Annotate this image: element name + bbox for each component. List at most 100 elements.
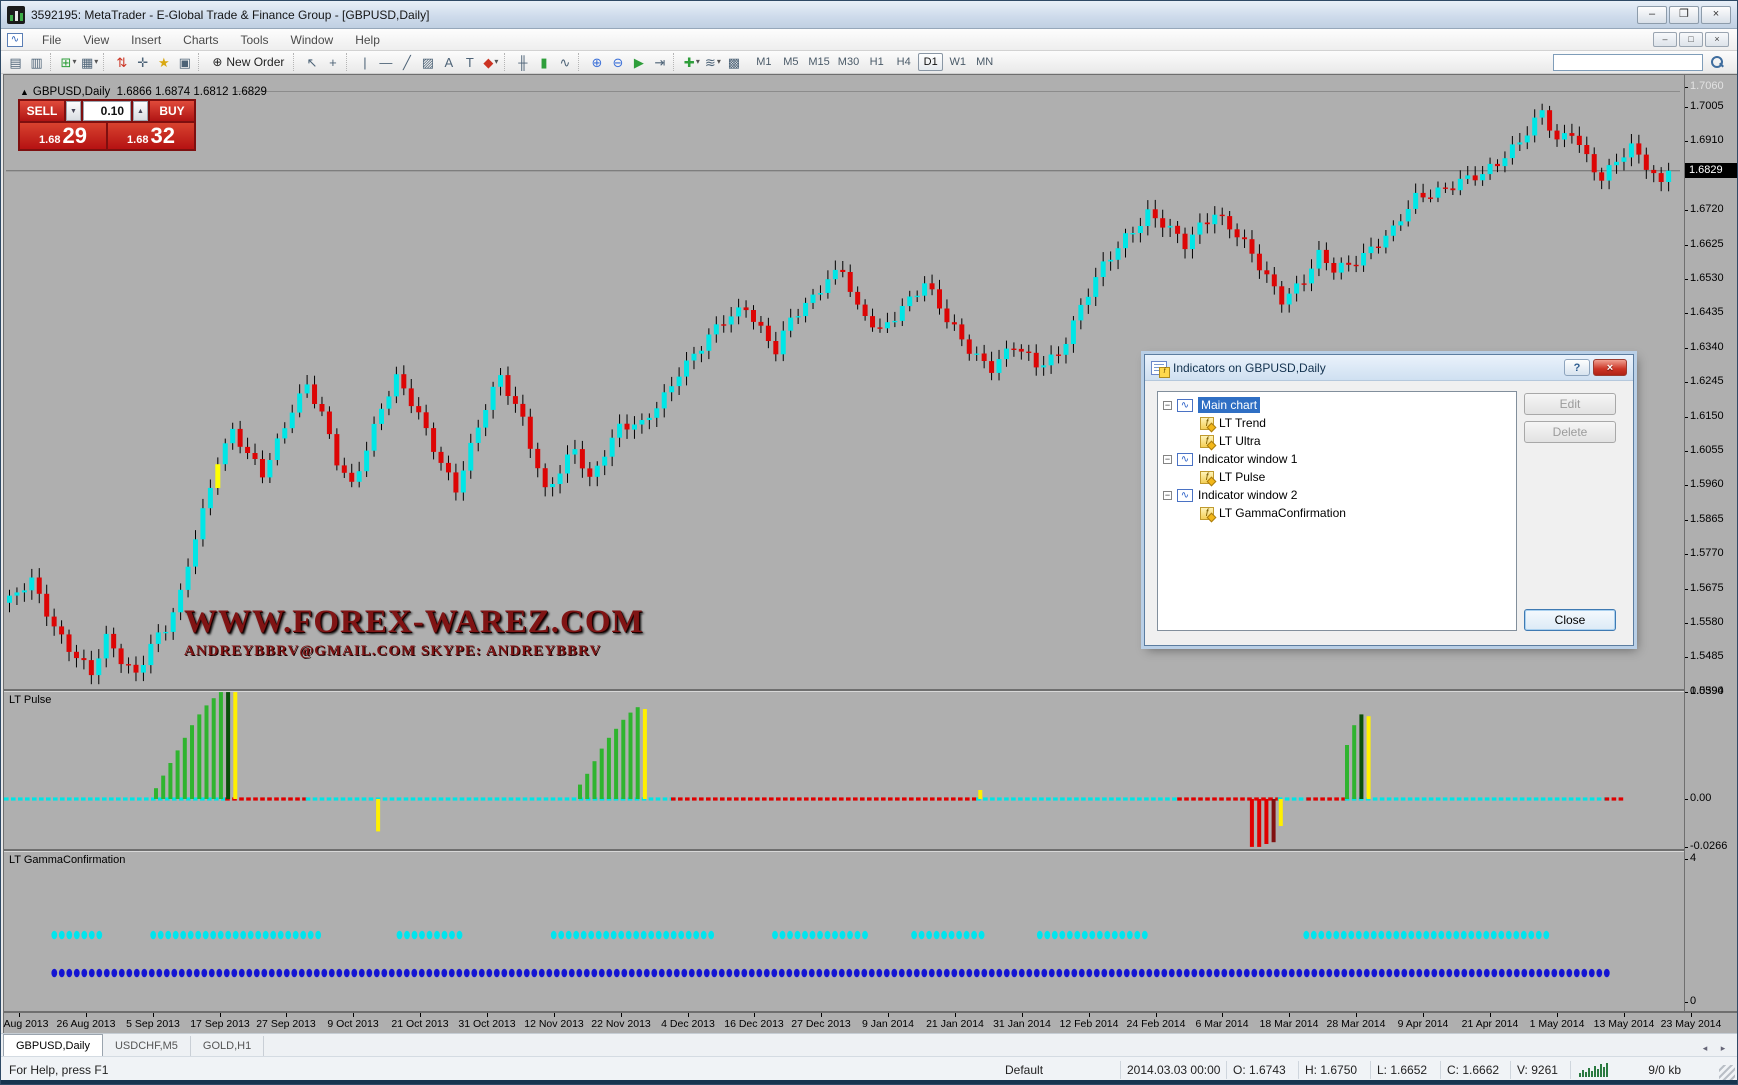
toolbar-separator bbox=[293, 53, 298, 71]
search-input[interactable] bbox=[1553, 54, 1703, 71]
indicators-tree[interactable]: − ∿ Main chart f LT Trend f LT Ultra − ∿… bbox=[1157, 391, 1517, 631]
navigator-icon[interactable]: ★ bbox=[153, 52, 174, 72]
new-order-button[interactable]: ⊕New Order bbox=[206, 52, 290, 72]
status-profile[interactable]: Default bbox=[1005, 1061, 1121, 1079]
horizontal-line-icon[interactable]: — bbox=[375, 52, 396, 72]
timeframe-w1[interactable]: W1 bbox=[945, 53, 970, 71]
restore-button[interactable]: ❐ bbox=[1669, 6, 1699, 24]
profiles-icon[interactable]: ▦▾ bbox=[79, 52, 100, 72]
crosshair-icon[interactable]: + bbox=[322, 52, 343, 72]
pulse-axis-label: -0.0266 bbox=[1690, 840, 1727, 852]
timeframe-m15[interactable]: M15 bbox=[805, 53, 832, 71]
menu-window[interactable]: Window bbox=[280, 30, 345, 50]
child-close-button[interactable]: × bbox=[1705, 32, 1729, 47]
dropdown-caret-icon[interactable]: ▾ bbox=[94, 58, 98, 66]
tree-item-lt-pulse[interactable]: f LT Pulse bbox=[1160, 468, 1514, 486]
timeframe-m1[interactable]: M1 bbox=[751, 53, 776, 71]
chart-window-icon[interactable]: ∿ bbox=[7, 33, 23, 47]
print-preview-icon[interactable]: ▥ bbox=[26, 52, 47, 72]
channel-icon[interactable]: ▨ bbox=[417, 52, 438, 72]
period-icon[interactable]: ▩ bbox=[723, 52, 744, 72]
arrows-icon[interactable]: ◆▾ bbox=[480, 52, 501, 72]
market-watch-icon[interactable]: ⇅ bbox=[111, 52, 132, 72]
sell-price[interactable]: 1.68 29 bbox=[20, 123, 106, 149]
menu-charts[interactable]: Charts bbox=[172, 30, 229, 50]
chart-shift-icon[interactable]: ⇥ bbox=[649, 52, 670, 72]
dropdown-caret-icon[interactable]: ▾ bbox=[717, 58, 721, 66]
resize-grip[interactable] bbox=[1719, 1065, 1735, 1081]
expander-icon[interactable]: − bbox=[1163, 491, 1172, 500]
dialog-title-bar[interactable]: Indicators on GBPUSD,Daily ? × bbox=[1145, 355, 1633, 381]
dropdown-caret-icon[interactable]: ▾ bbox=[696, 58, 700, 66]
bar-chart-icon[interactable]: ╫ bbox=[512, 52, 533, 72]
price-axis-label: 1.6245 bbox=[1690, 375, 1724, 387]
dialog-close-icon[interactable]: × bbox=[1593, 359, 1627, 376]
buy-button[interactable]: BUY bbox=[150, 101, 194, 121]
volume-down-button[interactable]: ▼ bbox=[66, 101, 81, 121]
collapse-triangle-icon[interactable]: ▲ bbox=[20, 87, 29, 97]
child-minimize-button[interactable]: – bbox=[1653, 32, 1677, 47]
zoom-in-icon[interactable]: ⊕ bbox=[586, 52, 607, 72]
search-icon[interactable] bbox=[1706, 52, 1727, 72]
dropdown-caret-icon[interactable]: ▾ bbox=[494, 58, 498, 66]
timeframe-m5[interactable]: M5 bbox=[778, 53, 803, 71]
tree-item-indicator-window-2[interactable]: − ∿ Indicator window 2 bbox=[1160, 486, 1514, 504]
terminal-icon[interactable]: ▣ bbox=[174, 52, 195, 72]
gamma-indicator-panel[interactable]: LT GammaConfirmation bbox=[4, 851, 1684, 1009]
candlestick-icon[interactable]: ▮ bbox=[533, 52, 554, 72]
tab-scroll-right-icon[interactable]: ▸ bbox=[1715, 1041, 1731, 1056]
cursor-icon[interactable]: ↖ bbox=[301, 52, 322, 72]
toolbar-separator bbox=[346, 53, 351, 71]
tree-item-lt-gammaconfirmation[interactable]: f LT GammaConfirmation bbox=[1160, 504, 1514, 522]
tab-scroll-left-icon[interactable]: ◂ bbox=[1697, 1041, 1713, 1056]
text-icon[interactable]: A bbox=[438, 52, 459, 72]
timeframe-h4[interactable]: H4 bbox=[891, 53, 916, 71]
print-icon[interactable]: ▤ bbox=[5, 52, 26, 72]
expander-icon[interactable]: − bbox=[1163, 401, 1172, 410]
pulse-indicator-panel[interactable]: LT Pulse bbox=[4, 691, 1684, 849]
delete-button[interactable]: Delete bbox=[1524, 421, 1616, 443]
volume-up-button[interactable]: ▲ bbox=[133, 101, 148, 121]
zoom-out-icon[interactable]: ⊖ bbox=[607, 52, 628, 72]
timeframe-h1[interactable]: H1 bbox=[864, 53, 889, 71]
indicators-icon[interactable]: ✚▾ bbox=[681, 52, 702, 72]
chart-tab-1[interactable]: USDCHF,M5 bbox=[103, 1036, 191, 1056]
buy-price[interactable]: 1.68 32 bbox=[108, 123, 194, 149]
tree-item-lt-ultra[interactable]: f LT Ultra bbox=[1160, 432, 1514, 450]
tree-item-lt-trend[interactable]: f LT Trend bbox=[1160, 414, 1514, 432]
menu-view[interactable]: View bbox=[72, 30, 120, 50]
minimize-button[interactable]: – bbox=[1637, 6, 1667, 24]
auto-scroll-icon[interactable]: ▶ bbox=[628, 52, 649, 72]
close-button[interactable]: × bbox=[1701, 6, 1731, 24]
tree-item-indicator-window-1[interactable]: − ∿ Indicator window 1 bbox=[1160, 450, 1514, 468]
menu-insert[interactable]: Insert bbox=[120, 30, 172, 50]
price-axis-label: 1.5960 bbox=[1690, 478, 1724, 490]
timeframe-m30[interactable]: M30 bbox=[835, 53, 862, 71]
edit-button[interactable]: Edit bbox=[1524, 393, 1616, 415]
line-chart-icon[interactable]: ∿ bbox=[554, 52, 575, 72]
volume-input[interactable]: 0.10 bbox=[83, 101, 131, 121]
new-chart-icon[interactable]: ⊞▾ bbox=[58, 52, 79, 72]
tree-item-main-chart[interactable]: − ∿ Main chart bbox=[1160, 396, 1514, 414]
status-bar-time: 2014.03.03 00:00 bbox=[1127, 1061, 1227, 1079]
timeframe-mn[interactable]: MN bbox=[972, 53, 997, 71]
data-window-icon[interactable]: ✛ bbox=[132, 52, 153, 72]
child-restore-button[interactable]: □ bbox=[1679, 32, 1703, 47]
close-dialog-button[interactable]: Close bbox=[1524, 609, 1616, 631]
chart-tab-2[interactable]: GOLD,H1 bbox=[191, 1036, 264, 1056]
price-axis[interactable]: 1.70601.70051.69101.68151.67201.66251.65… bbox=[1684, 75, 1738, 1011]
expander-icon[interactable]: − bbox=[1163, 455, 1172, 464]
menu-file[interactable]: File bbox=[31, 30, 72, 50]
chart-tab-0[interactable]: GBPUSD,Daily bbox=[3, 1034, 103, 1056]
menu-tools[interactable]: Tools bbox=[230, 30, 280, 50]
timeframe-d1[interactable]: D1 bbox=[918, 53, 943, 71]
templates-icon[interactable]: ≋▾ bbox=[702, 52, 723, 72]
date-axis[interactable]: 14 Aug 201326 Aug 20135 Sep 201317 Sep 2… bbox=[4, 1011, 1738, 1034]
dialog-help-button[interactable]: ? bbox=[1564, 359, 1590, 376]
sell-button[interactable]: SELL bbox=[20, 101, 64, 121]
trendline-icon[interactable]: ╱ bbox=[396, 52, 417, 72]
menu-help[interactable]: Help bbox=[344, 30, 391, 50]
vertical-line-icon[interactable]: | bbox=[354, 52, 375, 72]
text-label-icon[interactable]: T bbox=[459, 52, 480, 72]
dropdown-caret-icon[interactable]: ▾ bbox=[72, 58, 76, 66]
